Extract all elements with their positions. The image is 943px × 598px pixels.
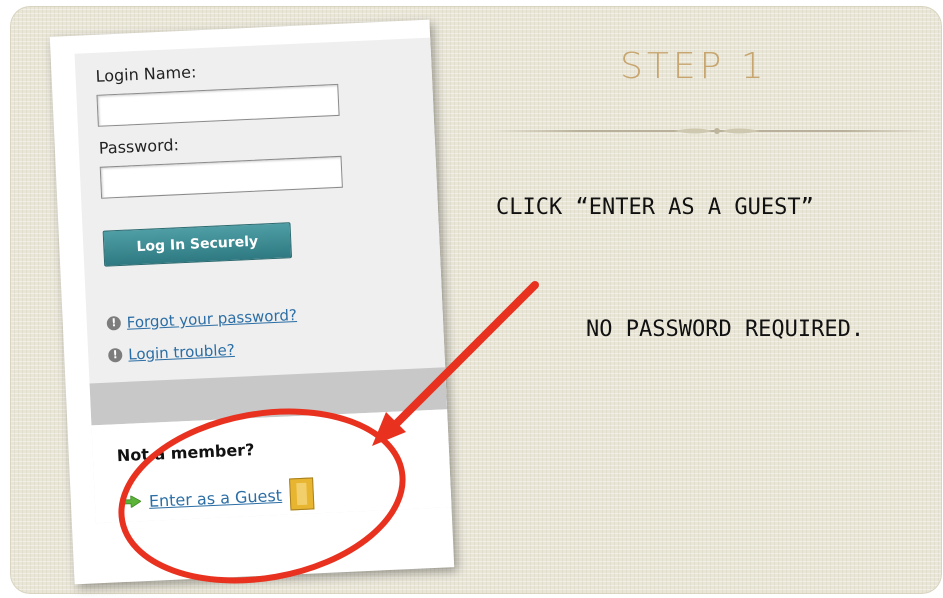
- password-input[interactable]: [99, 155, 343, 199]
- step-title: STEP 1: [620, 46, 768, 87]
- login-name-label: Login Name:: [95, 62, 197, 86]
- enter-as-guest-link[interactable]: Enter as a Guest: [148, 485, 282, 510]
- divider-ornament-icon: [674, 128, 760, 134]
- guest-entry-row[interactable]: Enter as a Guest: [120, 477, 315, 518]
- info-icon: !: [107, 347, 123, 363]
- login-screenshot-card: Login Name: Password: Log In Securely ! …: [49, 19, 455, 585]
- login-panel: Login Name: Password: Log In Securely ! …: [74, 37, 452, 524]
- log-in-securely-button[interactable]: Log In Securely: [102, 222, 293, 267]
- not-a-member-heading: Not a member?: [116, 440, 255, 466]
- password-label: Password:: [98, 135, 180, 158]
- forgot-password-row: ! Forgot your password?: [106, 306, 297, 333]
- screenshot-frame: Login Name: Password: Log In Securely ! …: [49, 19, 455, 585]
- forgot-password-link[interactable]: Forgot your password?: [126, 306, 297, 332]
- info-icon: !: [106, 315, 122, 331]
- login-name-input[interactable]: [96, 83, 340, 127]
- green-arrow-icon: [120, 495, 142, 509]
- login-trouble-row: ! Login trouble?: [107, 341, 235, 365]
- note-text: NO PASSWORD REQUIRED.: [586, 317, 865, 342]
- guest-section: Not a member? Enter as a Guest: [91, 409, 452, 524]
- login-trouble-link[interactable]: Login trouble?: [128, 341, 235, 364]
- instruction-text: CLICK “ENTER AS A GUEST”: [496, 195, 814, 220]
- door-icon: [289, 477, 315, 511]
